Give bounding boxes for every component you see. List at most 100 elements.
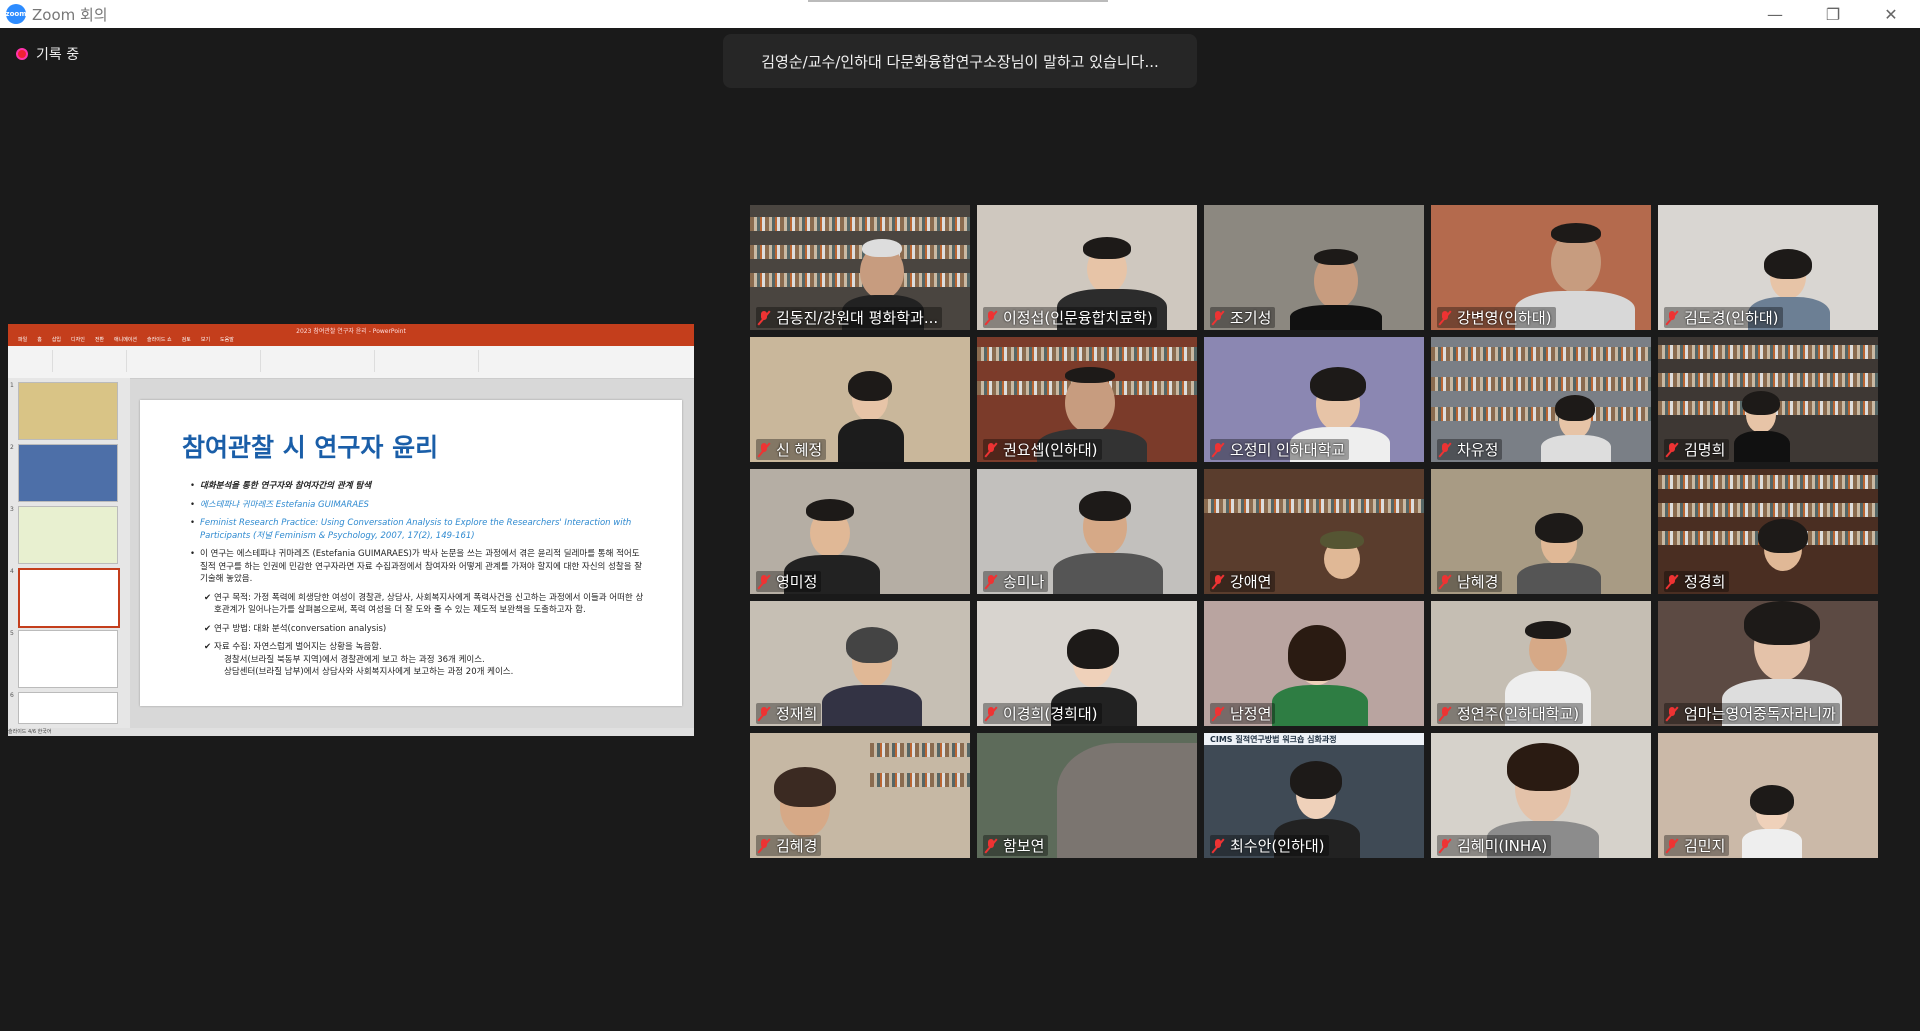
participant-tile[interactable]: 김동진/강원대 평화학과... (750, 205, 970, 330)
participant-name: 송미나 (1003, 573, 1045, 591)
current-slide: 참여관찰 시 연구자 윤리 • 대화분석을 통한 연구자와 참여자간의 관계 탐색… (140, 400, 682, 706)
participant-name: 권요셉(인하대) (1003, 441, 1098, 459)
close-icon[interactable]: ✕ (1862, 0, 1920, 28)
participant-tile[interactable]: 김명희 (1658, 337, 1878, 462)
muted-mic-icon (984, 573, 998, 590)
participant-name: 이경희(경희대) (1003, 705, 1098, 723)
participant-tile[interactable]: 권요셉(인하대) (977, 337, 1197, 462)
participant-tile[interactable]: 조기성 (1204, 205, 1424, 330)
muted-mic-icon (1665, 441, 1679, 458)
participant-tile[interactable]: 오정미 인하대학교 (1204, 337, 1424, 462)
participant-name: 조기성 (1230, 309, 1272, 327)
slide-thumb-3[interactable] (18, 506, 118, 564)
participant-tile[interactable]: 정경희 (1658, 469, 1878, 594)
participant-tile[interactable]: 영미정 (750, 469, 970, 594)
muted-mic-icon (1211, 309, 1225, 326)
participant-tile[interactable]: 김도경(인하대) (1658, 205, 1878, 330)
participant-tile[interactable]: 남정연 (1204, 601, 1424, 726)
muted-mic-icon (1665, 309, 1679, 326)
muted-mic-icon (757, 573, 771, 590)
participant-name: 김민지 (1684, 837, 1726, 855)
participant-name: 정경희 (1684, 573, 1726, 591)
participant-name: 이정섭(인문융합치료학) (1003, 309, 1153, 327)
muted-mic-icon (757, 837, 771, 854)
participant-name: 영미정 (776, 573, 818, 591)
muted-mic-icon (757, 705, 771, 722)
slide-body: • 대화분석을 통한 연구자와 참여자간의 관계 탐색 • 에스테파냐 귀마레즈 E… (190, 481, 644, 677)
muted-mic-icon (1211, 837, 1225, 854)
participant-name: 엄마는영어중독자라니까 (1684, 705, 1836, 723)
muted-mic-icon (757, 309, 771, 326)
slide-thumb-5[interactable] (18, 630, 118, 688)
participant-name: 정재희 (776, 705, 818, 723)
participant-name: 신 혜정 (776, 441, 823, 459)
slide-title: 참여관찰 시 연구자 윤리 (182, 433, 439, 462)
participant-name: 강애연 (1230, 573, 1272, 591)
muted-mic-icon (757, 441, 771, 458)
participant-tile[interactable]: 이경희(경희대) (977, 601, 1197, 726)
top-drag-handle[interactable] (808, 0, 1108, 2)
participant-tile[interactable]: 이정섭(인문융합치료학) (977, 205, 1197, 330)
participant-name: 강변영(인하대) (1457, 309, 1552, 327)
shared-screen[interactable]: 2023 참여관찰 연구자 윤리 - PowerPoint 파일 홈 삽입 디자인 전환… (8, 324, 694, 736)
muted-mic-icon (1438, 441, 1452, 458)
muted-mic-icon (1438, 573, 1452, 590)
muted-mic-icon (1438, 837, 1452, 854)
participant-name: 최수안(인하대) (1230, 837, 1325, 855)
muted-mic-icon (1665, 705, 1679, 722)
participant-name: 오정미 인하대학교 (1230, 441, 1346, 459)
muted-mic-icon (1211, 705, 1225, 722)
participant-name: 김도경(인하대) (1684, 309, 1779, 327)
participant-name: 남정연 (1230, 705, 1272, 723)
muted-mic-icon (984, 705, 998, 722)
participant-tile[interactable]: 김혜미(INHA) (1431, 733, 1651, 858)
slide-thumb-1[interactable] (18, 382, 118, 440)
participant-name: 김혜경 (776, 837, 818, 855)
muted-mic-icon (1665, 837, 1679, 854)
participant-name: 차유정 (1457, 441, 1499, 459)
participant-tile[interactable]: 김민지 (1658, 733, 1878, 858)
slide-thumb-4[interactable] (18, 568, 120, 628)
slide-thumb-2[interactable] (18, 444, 118, 502)
record-icon (16, 48, 28, 60)
recording-indicator[interactable]: 기록 중 (16, 44, 79, 64)
participant-tile[interactable]: 송미나 (977, 469, 1197, 594)
muted-mic-icon (1211, 441, 1225, 458)
muted-mic-icon (984, 441, 998, 458)
participant-name: 남혜경 (1457, 573, 1499, 591)
muted-mic-icon (1211, 573, 1225, 590)
minimize-icon[interactable]: — (1746, 0, 1804, 28)
participant-tile[interactable]: 함보연 (977, 733, 1197, 858)
participant-tile[interactable]: 정연주(인하대학교) (1431, 601, 1651, 726)
powerpoint-status-bar: 슬라이드 4/6 한국어 (8, 728, 694, 736)
participant-tile[interactable]: 강애연 (1204, 469, 1424, 594)
recording-label: 기록 중 (36, 47, 80, 63)
participant-name: 정연주(인하대학교) (1457, 705, 1580, 723)
workshop-banner: CIMS 질적연구방법 워크숍 심화과정 (1204, 733, 1424, 745)
muted-mic-icon (1438, 309, 1452, 326)
powerpoint-title: 2023 참여관찰 연구자 윤리 - PowerPoint (8, 324, 694, 336)
window-title: Zoom 회의 (32, 5, 108, 24)
slide-thumbnails: 1 2 3 4 5 6 (8, 378, 130, 728)
participant-tile[interactable]: 강변영(인하대) (1431, 205, 1651, 330)
participant-tile[interactable]: 신 혜정 (750, 337, 970, 462)
zoom-logo-icon: zoom (6, 4, 27, 24)
muted-mic-icon (984, 837, 998, 854)
muted-mic-icon (1438, 705, 1452, 722)
muted-mic-icon (984, 309, 998, 326)
slide-thumb-6[interactable] (18, 692, 118, 724)
window-title-bar: zoom Zoom 회의 — ❐ ✕ (0, 0, 1920, 28)
participant-name: 김명희 (1684, 441, 1726, 459)
participant-tile[interactable]: 김혜경 (750, 733, 970, 858)
participant-tile[interactable]: CIMS 질적연구방법 워크숍 심화과정 최수안(인하대) (1204, 733, 1424, 858)
muted-mic-icon (1665, 573, 1679, 590)
participant-name: 함보연 (1003, 837, 1045, 855)
powerpoint-tabs: 파일 홈 삽입 디자인 전환 애니메이션 슬라이드 쇼 검토 보기 도움말 (8, 336, 694, 346)
participant-tile[interactable]: 차유정 (1431, 337, 1651, 462)
active-speaker-banner: 김영순/교수/인하대 다문화융합연구소장님이 말하고 있습니다... (723, 34, 1197, 88)
participant-tile[interactable]: 엄마는영어중독자라니까 (1658, 601, 1878, 726)
participant-tile[interactable]: 정재희 (750, 601, 970, 726)
restore-icon[interactable]: ❐ (1804, 0, 1862, 28)
powerpoint-ribbon (8, 346, 694, 379)
participant-tile[interactable]: 남혜경 (1431, 469, 1651, 594)
